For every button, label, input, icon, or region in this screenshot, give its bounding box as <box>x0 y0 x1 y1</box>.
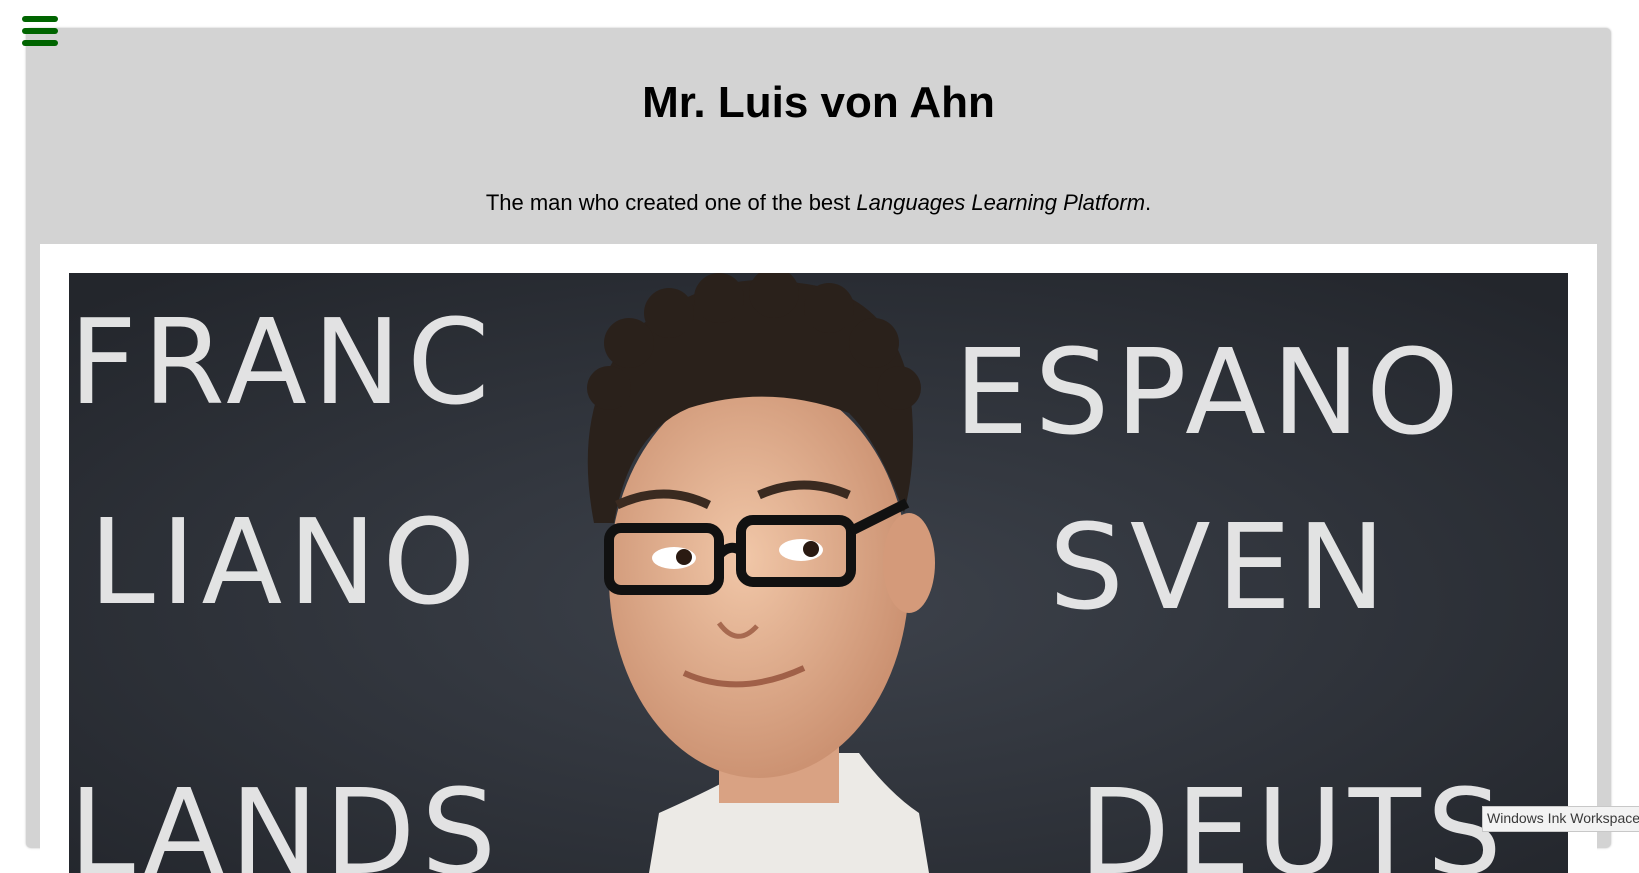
windows-ink-workspace-button[interactable]: Windows Ink Workspace <box>1482 806 1639 832</box>
portrait-photo: FRANC ESPANO LIANO SVEN LANDS DEUTS <box>69 273 1568 873</box>
hamburger-menu-icon[interactable] <box>20 15 60 49</box>
subtitle-emphasis: Languages Learning Platform <box>856 190 1146 215</box>
subtitle-end: . <box>1145 190 1152 215</box>
chalk-word-2: ESPANO <box>954 323 1465 461</box>
page-title: Mr. Luis von Ahn <box>642 78 995 127</box>
chalk-word-1: FRANC <box>69 293 495 431</box>
chalk-word-3: LIANO <box>89 493 481 631</box>
menu-bar-top <box>22 16 58 22</box>
chalk-word-6: DEUTS <box>1079 763 1508 873</box>
portrait-illustration: FRANC ESPANO LIANO SVEN LANDS DEUTS <box>69 273 1568 873</box>
page-subtitle: The man who created one of the best Lang… <box>26 190 1611 216</box>
main-panel: Mr. Luis von Ahn The man who created one… <box>26 28 1611 873</box>
chalk-word-4: SVEN <box>1049 498 1391 636</box>
menu-bar-bottom <box>22 40 58 46</box>
menu-bar-middle <box>22 28 58 34</box>
image-frame: FRANC ESPANO LIANO SVEN LANDS DEUTS <box>40 244 1597 873</box>
chalk-word-5: LANDS <box>69 763 502 873</box>
subtitle-text: The man who created one of the best <box>485 190 857 215</box>
